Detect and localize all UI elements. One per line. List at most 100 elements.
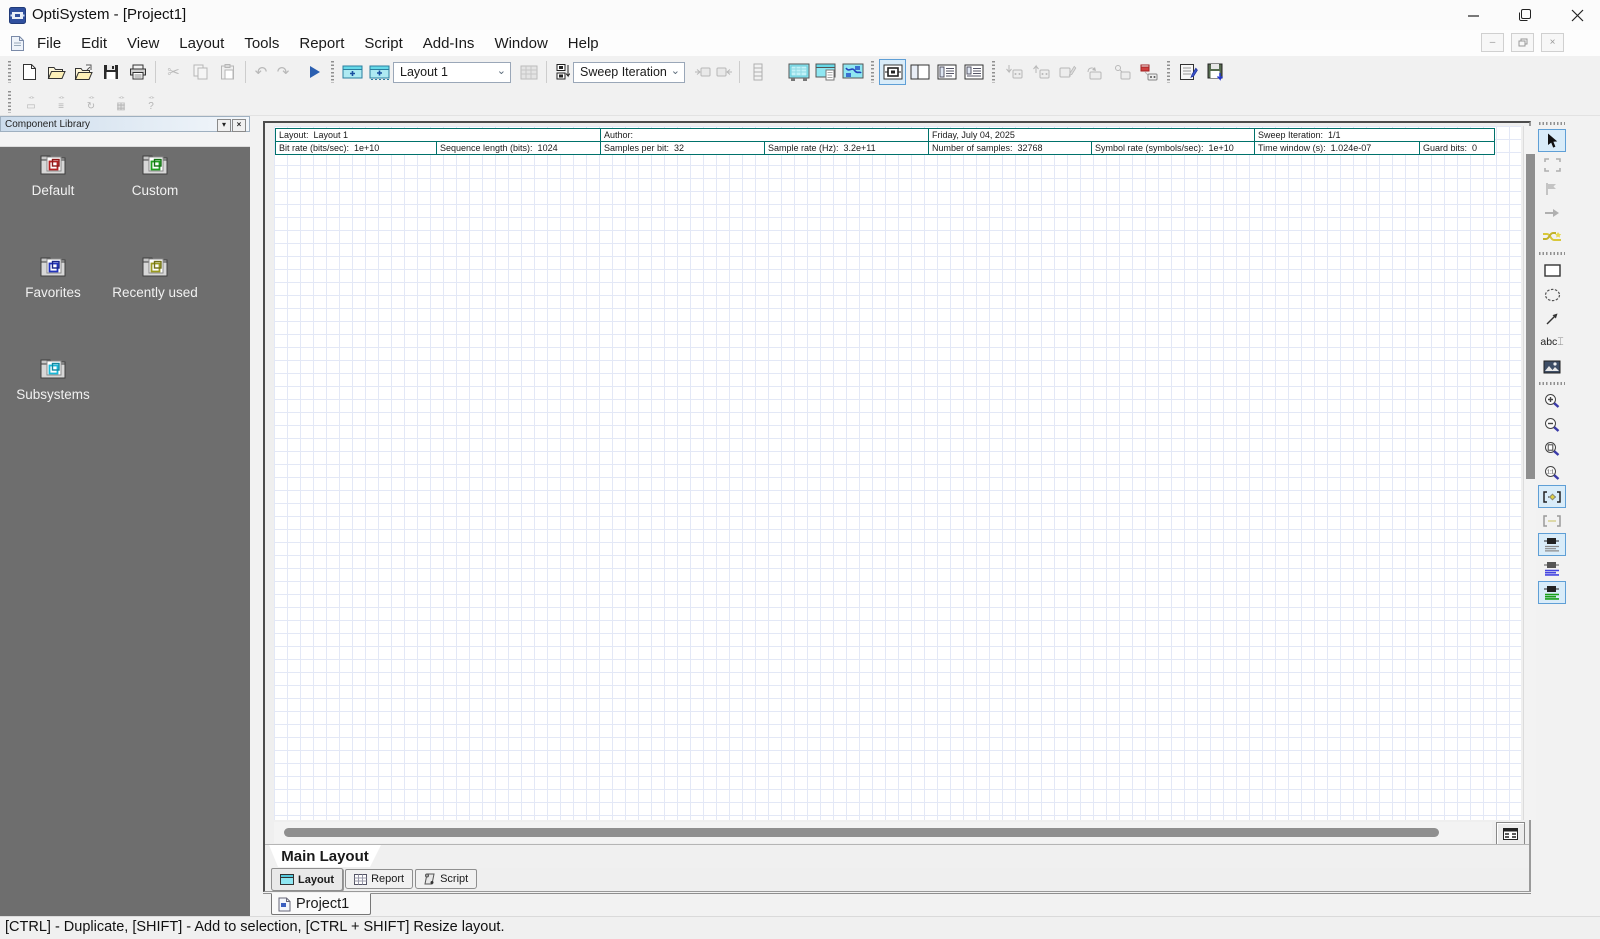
horizontal-scrollbar[interactable] (274, 822, 1492, 843)
vertical-scrollbar[interactable] (1523, 126, 1536, 820)
menu-add-ins[interactable]: Add-Ins (423, 35, 475, 52)
tab-layout[interactable]: Layout (271, 868, 343, 891)
copy-button[interactable] (187, 59, 214, 85)
import-file-button[interactable] (70, 59, 97, 85)
component-view-toggle[interactable] (879, 59, 906, 85)
layout-select[interactable]: Layout 1 ⌄ (393, 62, 511, 83)
undo-button[interactable]: ↶ (250, 59, 272, 85)
toolbar-drag-handle[interactable] (871, 61, 874, 83)
toolbar-drag-handle[interactable] (8, 61, 11, 83)
project-browser-view-button[interactable] (839, 59, 866, 85)
component-lines-tool[interactable]: -▫-≡ (46, 90, 76, 114)
rectangle-draw-tool[interactable] (1538, 259, 1566, 282)
toolbar-drag-handle[interactable] (8, 91, 11, 113)
mdi-restore-button[interactable] (1511, 33, 1534, 52)
panel-collapse-button[interactable]: ▾ (217, 119, 231, 132)
split-view-toggle[interactable] (906, 59, 933, 85)
zoom-in-tool[interactable] (1538, 389, 1566, 412)
menu-file[interactable]: File (37, 35, 61, 52)
arrow-annotation-tool[interactable] (1538, 201, 1566, 224)
component-library-titlebar[interactable]: Component Library ▾ × (0, 116, 250, 132)
mdi-close-button[interactable]: × (1541, 33, 1564, 52)
minimize-button[interactable] (1450, 0, 1496, 30)
redo-button[interactable]: ↷ (272, 59, 294, 85)
print-button[interactable] (124, 59, 151, 85)
menu-script[interactable]: Script (364, 35, 402, 52)
cut-button[interactable]: ✂ (160, 59, 187, 85)
sheet-tab-main-layout[interactable]: Main Layout (269, 845, 381, 867)
tab-script[interactable]: Script (415, 869, 477, 889)
library-folder-default[interactable]: Default (8, 150, 98, 198)
menu-window[interactable]: Window (494, 35, 547, 52)
zoom-out-tool[interactable] (1538, 413, 1566, 436)
layout-editor-view-button[interactable] (785, 59, 812, 85)
flag-tool[interactable] (1538, 177, 1566, 200)
zoom-selection-tool[interactable]: 1:1 (1538, 461, 1566, 484)
toolbar-drag-handle[interactable] (992, 61, 995, 83)
align-connection-tool-1[interactable] (1538, 533, 1566, 556)
sweep-select[interactable]: Sweep Iteration ⌄ (573, 62, 685, 83)
component-compare-tool[interactable] (1135, 59, 1162, 85)
library-folder-recently-used[interactable]: Recently used (98, 252, 212, 300)
mdi-minimize-button[interactable]: – (1481, 33, 1504, 52)
report-table-button[interactable] (744, 59, 771, 85)
auto-connect-on-tool[interactable] (1538, 485, 1566, 508)
component-help-tool[interactable]: -▫-? (136, 90, 166, 114)
component-rotate-tool[interactable]: -▫-↻ (76, 90, 106, 114)
close-button[interactable] (1554, 0, 1600, 30)
auto-connect-off-tool[interactable] (1538, 509, 1566, 532)
menu-help[interactable]: Help (568, 35, 599, 52)
subsystem-tool-4[interactable] (1081, 59, 1108, 85)
subsystem-tool-2[interactable] (1027, 59, 1054, 85)
menu-edit[interactable]: Edit (81, 35, 107, 52)
library-folder-custom[interactable]: Custom (105, 150, 205, 198)
component-label-tool[interactable]: -▫-▭ (16, 90, 46, 114)
paste-button[interactable] (214, 59, 241, 85)
new-file-button[interactable] (16, 59, 43, 85)
select-tool[interactable] (1538, 129, 1566, 152)
text-tool[interactable]: abc⌶ (1538, 331, 1566, 354)
add-sweep-button[interactable] (691, 59, 713, 85)
calculate-button[interactable] (304, 59, 326, 85)
script-editor-button[interactable] (1175, 59, 1202, 85)
tab-report[interactable]: Report (345, 869, 413, 889)
restore-button[interactable] (1502, 0, 1548, 30)
toolbar-drag-handle[interactable] (1167, 61, 1170, 83)
open-file-button[interactable] (43, 59, 70, 85)
layout-properties-button[interactable] (515, 59, 542, 85)
duplicate-layout-button[interactable] (366, 59, 393, 85)
new-layout-button[interactable] (339, 59, 366, 85)
zoom-page-tool[interactable] (1538, 437, 1566, 460)
vertical-scrollbar-thumb[interactable] (1526, 154, 1535, 479)
region-select-tool[interactable] (1538, 153, 1566, 176)
image-tool[interactable] (1538, 355, 1566, 378)
library-folder-favorites[interactable]: Favorites (8, 252, 98, 300)
line-arrow-draw-tool[interactable] (1538, 307, 1566, 330)
ellipse-draw-tool[interactable] (1538, 283, 1566, 306)
panel-close-button[interactable]: × (232, 119, 246, 132)
tab-project1[interactable]: Project1 (271, 893, 371, 915)
connection-path-tool[interactable] (1538, 225, 1566, 248)
subsystem-tool-5[interactable] (1108, 59, 1135, 85)
subsystem-tool-1[interactable] (1000, 59, 1027, 85)
layout-canvas[interactable]: Layout: Layout 1 Author: Friday, July 04… (274, 126, 1521, 820)
sweep-order-button[interactable] (551, 59, 573, 85)
list-view-toggle-2[interactable] (960, 59, 987, 85)
menu-report[interactable]: Report (299, 35, 344, 52)
align-connection-tool-3[interactable] (1538, 581, 1566, 604)
save-results-button[interactable] (1202, 59, 1229, 85)
report-page-view-button[interactable] (812, 59, 839, 85)
horizontal-scrollbar-thumb[interactable] (284, 828, 1439, 837)
remove-sweep-button[interactable] (713, 59, 735, 85)
list-view-toggle-1[interactable] (933, 59, 960, 85)
layout-overview-button[interactable] (1496, 822, 1525, 845)
menu-layout[interactable]: Layout (179, 35, 224, 52)
align-connection-tool-2[interactable] (1538, 557, 1566, 580)
library-folder-subsystems[interactable]: Subsystems (3, 354, 103, 402)
palette-drag-handle[interactable] (1539, 122, 1565, 125)
menu-view[interactable]: View (127, 35, 159, 52)
save-file-button[interactable] (97, 59, 124, 85)
subsystem-tool-3[interactable] (1054, 59, 1081, 85)
toolbar-drag-handle[interactable] (331, 61, 334, 83)
component-grid-tool[interactable]: -▫-▦ (106, 90, 136, 114)
